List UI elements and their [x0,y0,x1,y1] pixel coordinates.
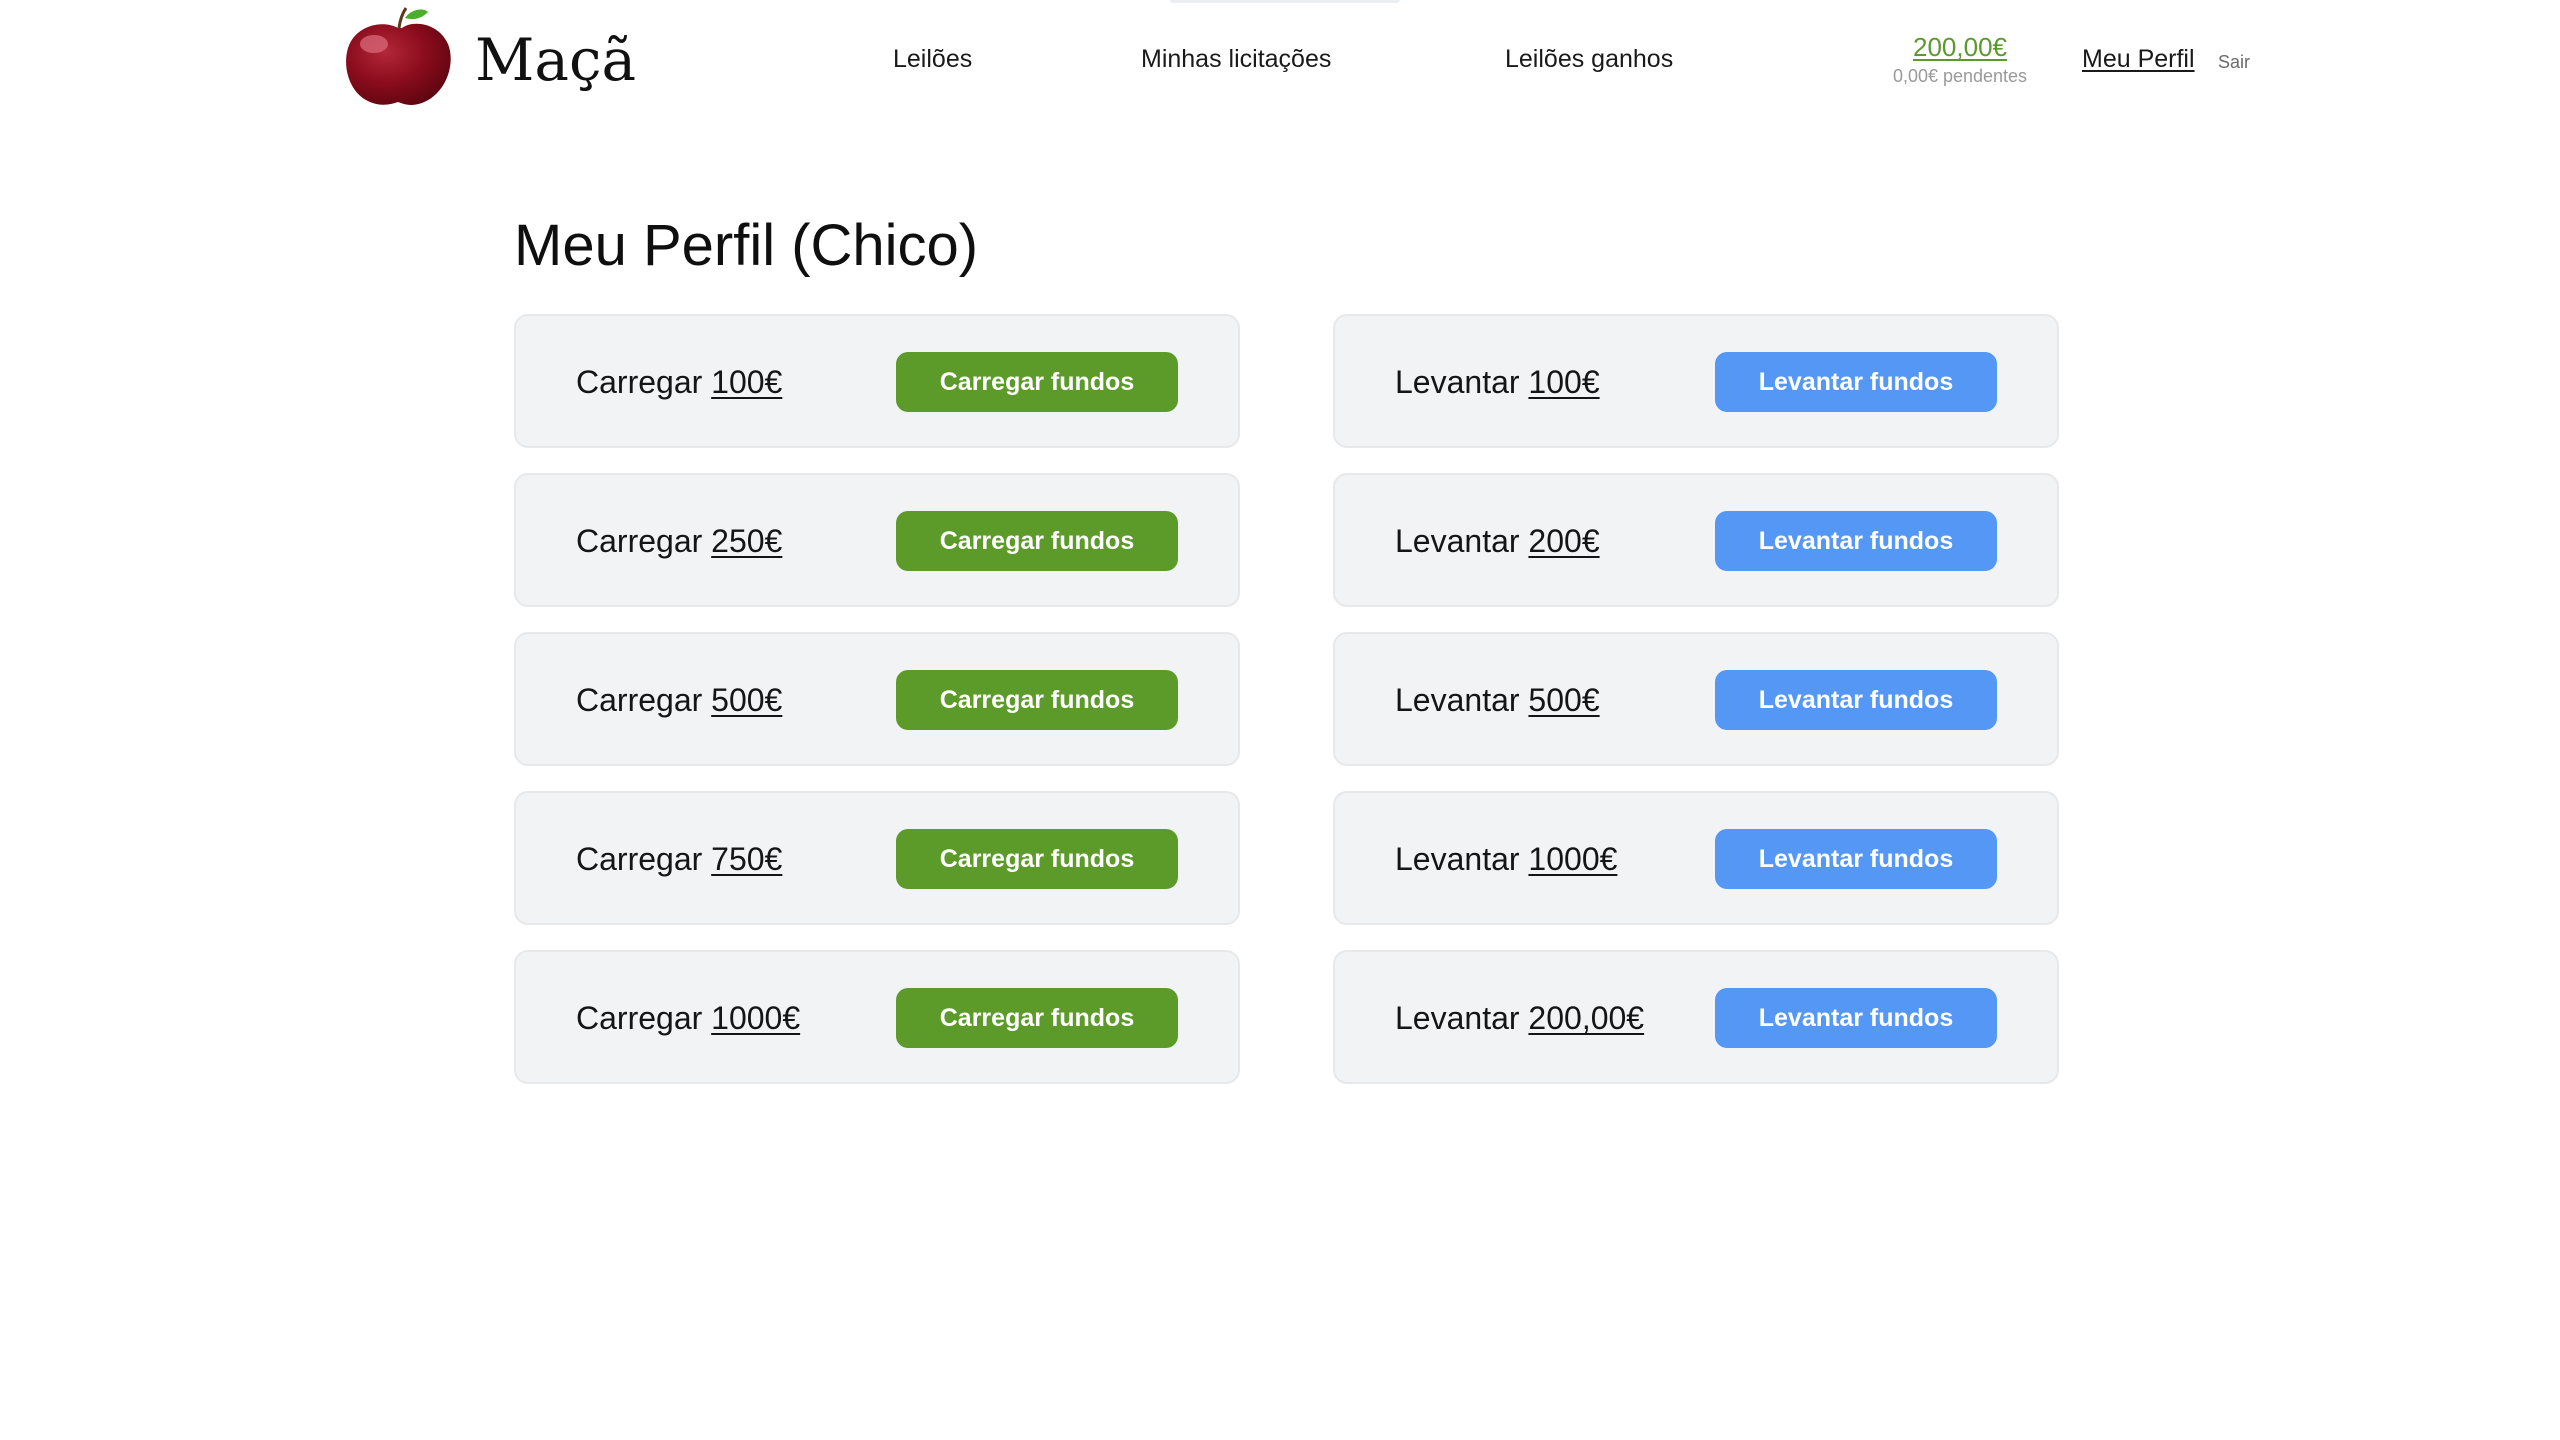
load-prefix: Carregar [576,682,703,718]
nav-auctions[interactable]: Leilões [893,42,972,76]
withdraw-funds-button[interactable]: Levantar fundos [1715,988,1997,1048]
load-amount[interactable]: 100€ [711,364,782,400]
load-funds-button[interactable]: Carregar fundos [896,829,1178,889]
load-funds-card: Carregar 250€ Carregar fundos [514,473,1240,607]
load-funds-column: Carregar 100€ Carregar fundos Carregar 2… [514,314,1240,1109]
withdraw-prefix: Levantar [1395,841,1520,877]
load-label: Carregar 1000€ [576,998,800,1038]
load-amount[interactable]: 250€ [711,523,782,559]
load-prefix: Carregar [576,523,703,559]
load-funds-card: Carregar 500€ Carregar fundos [514,632,1240,766]
withdraw-label: Levantar 100€ [1395,362,1600,402]
withdraw-funds-card: Levantar 200,00€ Levantar fundos [1333,950,2059,1084]
pending-balance: 0,00€ pendentes [1892,66,2028,86]
withdraw-funds-button[interactable]: Levantar fundos [1715,829,1997,889]
withdraw-label: Levantar 1000€ [1395,839,1617,879]
load-label: Carregar 100€ [576,362,782,402]
withdraw-label: Levantar 200€ [1395,521,1600,561]
withdraw-prefix: Levantar [1395,1000,1520,1036]
withdraw-label: Levantar 200,00€ [1395,998,1644,1038]
apple-icon[interactable] [342,6,454,108]
withdraw-label: Levantar 500€ [1395,680,1600,720]
profile-link[interactable]: Meu Perfil [2082,42,2195,76]
withdraw-amount[interactable]: 200€ [1528,523,1599,559]
withdraw-funds-card: Levantar 100€ Levantar fundos [1333,314,2059,448]
nav-my-bids[interactable]: Minhas licitações [1141,42,1331,76]
top-indicator [1170,0,1400,3]
brand-name[interactable]: Maçã [475,22,636,98]
load-amount[interactable]: 500€ [711,682,782,718]
withdraw-funds-button[interactable]: Levantar fundos [1715,511,1997,571]
load-prefix: Carregar [576,1000,703,1036]
load-funds-button[interactable]: Carregar fundos [896,670,1178,730]
logout-link[interactable]: Sair [2218,50,2250,74]
load-prefix: Carregar [576,841,703,877]
load-label: Carregar 500€ [576,680,782,720]
load-funds-card: Carregar 100€ Carregar fundos [514,314,1240,448]
load-amount[interactable]: 1000€ [711,1000,800,1036]
withdraw-amount[interactable]: 500€ [1528,682,1599,718]
withdraw-amount[interactable]: 200,00€ [1528,1000,1644,1036]
load-funds-card: Carregar 1000€ Carregar fundos [514,950,1240,1084]
withdraw-funds-button[interactable]: Levantar fundos [1715,670,1997,730]
withdraw-funds-column: Levantar 100€ Levantar fundos Levantar 2… [1333,314,2059,1109]
withdraw-prefix: Levantar [1395,523,1520,559]
load-label: Carregar 750€ [576,839,782,879]
load-funds-button[interactable]: Carregar fundos [896,988,1178,1048]
balance-display: 200,00€ 0,00€ pendentes [1880,30,2040,88]
withdraw-funds-button[interactable]: Levantar fundos [1715,352,1997,412]
withdraw-prefix: Levantar [1395,364,1520,400]
load-label: Carregar 250€ [576,521,782,561]
withdraw-amount[interactable]: 100€ [1528,364,1599,400]
withdraw-funds-card: Levantar 500€ Levantar fundos [1333,632,2059,766]
load-funds-button[interactable]: Carregar fundos [896,511,1178,571]
withdraw-amount[interactable]: 1000€ [1528,841,1617,877]
withdraw-prefix: Levantar [1395,682,1520,718]
load-funds-button[interactable]: Carregar fundos [896,352,1178,412]
page-title: Meu Perfil (Chico) [514,213,979,278]
load-funds-card: Carregar 750€ Carregar fundos [514,791,1240,925]
nav-won-auctions[interactable]: Leilões ganhos [1505,42,1673,76]
load-prefix: Carregar [576,364,703,400]
load-amount[interactable]: 750€ [711,841,782,877]
top-navbar: Maçã Leilões Minhas licitações Leilões g… [0,0,2560,120]
withdraw-funds-card: Levantar 200€ Levantar fundos [1333,473,2059,607]
withdraw-funds-card: Levantar 1000€ Levantar fundos [1333,791,2059,925]
balance-amount[interactable]: 200,00€ [1880,30,2040,64]
